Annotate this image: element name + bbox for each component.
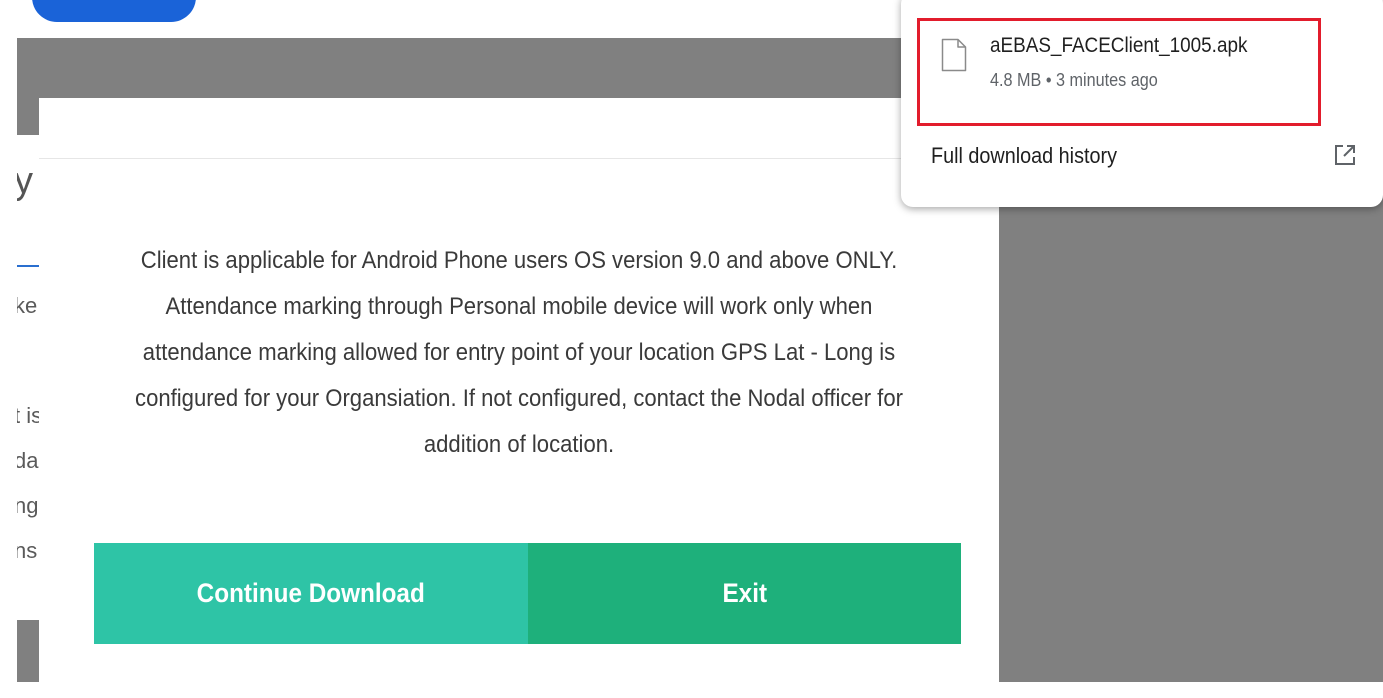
file-icon bbox=[941, 38, 967, 72]
download-filename: aEBAS_FACEClient_1005.apk bbox=[990, 34, 1248, 57]
continue-download-label: Continue Download bbox=[196, 578, 426, 608]
page-left-margin bbox=[0, 0, 17, 682]
download-meta: 4.8 MB • 3 minutes ago bbox=[990, 70, 1158, 90]
background-blue-button bbox=[32, 0, 196, 22]
full-download-history-link[interactable]: Full download history bbox=[931, 143, 1117, 169]
background-page-edge: y ke t is da ng ns bbox=[17, 135, 39, 620]
exit-label: Exit bbox=[722, 578, 767, 608]
download-confirm-dialog: Client is applicable for Android Phone u… bbox=[39, 98, 999, 698]
background-text-fragment: ng bbox=[17, 493, 39, 518]
open-external-icon[interactable] bbox=[1333, 143, 1357, 167]
continue-download-button[interactable]: Continue Download bbox=[94, 543, 528, 644]
dialog-header-divider bbox=[39, 158, 999, 159]
background-heading-fragment: y bbox=[17, 160, 33, 202]
exit-button[interactable]: Exit bbox=[528, 543, 961, 644]
background-text-fragment: da bbox=[17, 448, 39, 473]
background-text-fragment: ke bbox=[17, 293, 38, 318]
background-text-fragment: t is bbox=[17, 403, 39, 428]
background-tab-underline bbox=[17, 265, 39, 267]
downloads-panel: aEBAS_FACEClient_1005.apk 4.8 MB • 3 min… bbox=[901, 0, 1383, 207]
background-text-fragment: ns bbox=[17, 538, 38, 563]
dialog-message: Client is applicable for Android Phone u… bbox=[135, 247, 903, 458]
download-item[interactable]: aEBAS_FACEClient_1005.apk 4.8 MB • 3 min… bbox=[917, 18, 1321, 126]
